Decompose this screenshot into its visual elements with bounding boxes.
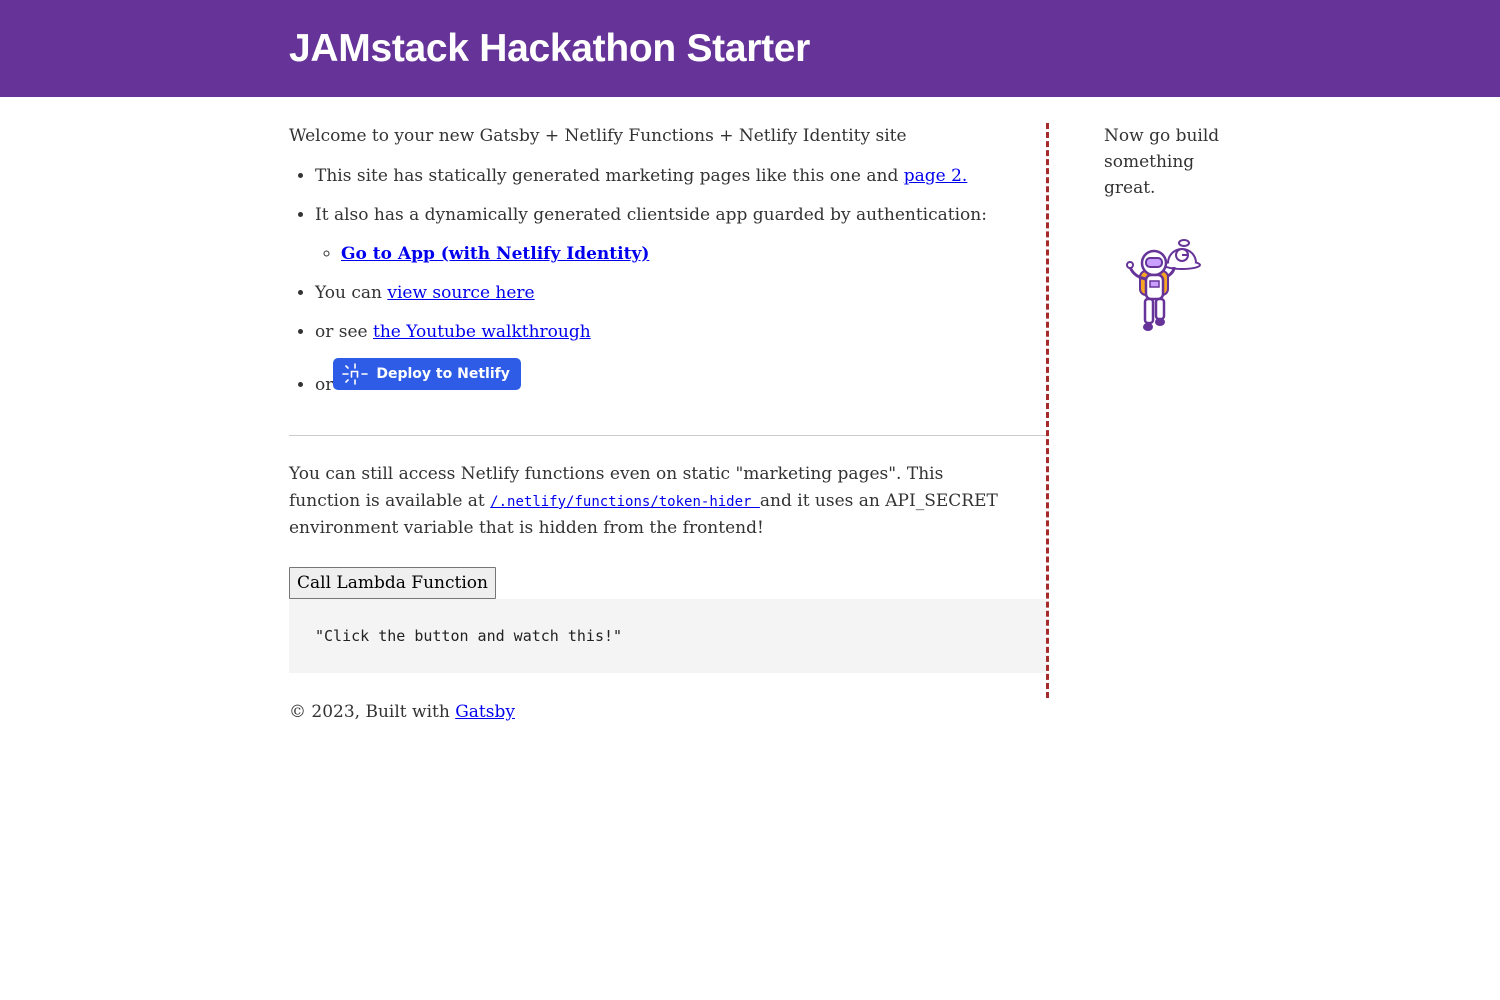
view-source-link[interactable]: view source here bbox=[387, 283, 534, 303]
site-header: JAMstack Hackathon Starter bbox=[0, 0, 1500, 97]
list-item-text: You can bbox=[315, 283, 388, 303]
call-lambda-button[interactable]: Call Lambda Function bbox=[289, 567, 496, 599]
gatsby-link[interactable]: Gatsby bbox=[455, 702, 515, 722]
deploy-to-netlify-button[interactable]: Deploy to Netlify bbox=[333, 358, 521, 390]
list-item-text: It also has a dynamically generated clie… bbox=[315, 205, 987, 225]
youtube-walkthrough-link[interactable]: the Youtube walkthrough bbox=[373, 322, 591, 342]
page-2-link[interactable]: page 2. bbox=[904, 166, 968, 186]
netlify-icon bbox=[342, 363, 369, 385]
list-item: or Deploy to Netlify bbox=[315, 358, 1046, 398]
vertical-divider bbox=[1046, 123, 1049, 698]
list-item-text: or see bbox=[315, 322, 374, 342]
gatsby-astronaut-icon bbox=[1126, 239, 1201, 331]
main-content: Welcome to your new Gatsby + Netlify Fun… bbox=[289, 123, 1046, 673]
token-hider-link[interactable]: /.netlify/functions/token-hider bbox=[490, 491, 760, 511]
feature-list: This site has statically generated marke… bbox=[289, 163, 1046, 398]
token-hider-path: /.netlify/functions/token-hider bbox=[490, 493, 760, 510]
sidebar-text: Now go build something great. bbox=[1104, 126, 1220, 198]
sub-list: Go to App (with Netlify Identity) bbox=[315, 241, 1046, 267]
functions-description: You can still access Netlify functions e… bbox=[289, 461, 1019, 542]
site-title[interactable]: JAMstack Hackathon Starter bbox=[289, 25, 810, 73]
list-item: You can view source here bbox=[315, 280, 1046, 306]
intro-text: Welcome to your new Gatsby + Netlify Fun… bbox=[289, 126, 907, 146]
sub-list-item: Go to App (with Netlify Identity) bbox=[341, 241, 1046, 267]
list-item: or see the Youtube walkthrough bbox=[315, 319, 1046, 345]
lambda-output: "Click the button and watch this!" bbox=[289, 599, 1046, 673]
footer-text: © 2023, Built with bbox=[289, 702, 456, 722]
list-item-text: This site has statically generated marke… bbox=[315, 166, 904, 186]
list-item: This site has statically generated marke… bbox=[315, 163, 1046, 189]
list-item-text: or bbox=[315, 375, 334, 395]
sidebar: Now go build something great. bbox=[1104, 123, 1234, 201]
section-divider bbox=[289, 435, 1046, 436]
go-to-app-link[interactable]: Go to App (with Netlify Identity) bbox=[341, 244, 649, 264]
deploy-button-label: Deploy to Netlify bbox=[376, 366, 510, 382]
site-footer: © 2023, Built with Gatsby bbox=[289, 699, 515, 725]
list-item: It also has a dynamically generated clie… bbox=[315, 202, 1046, 267]
